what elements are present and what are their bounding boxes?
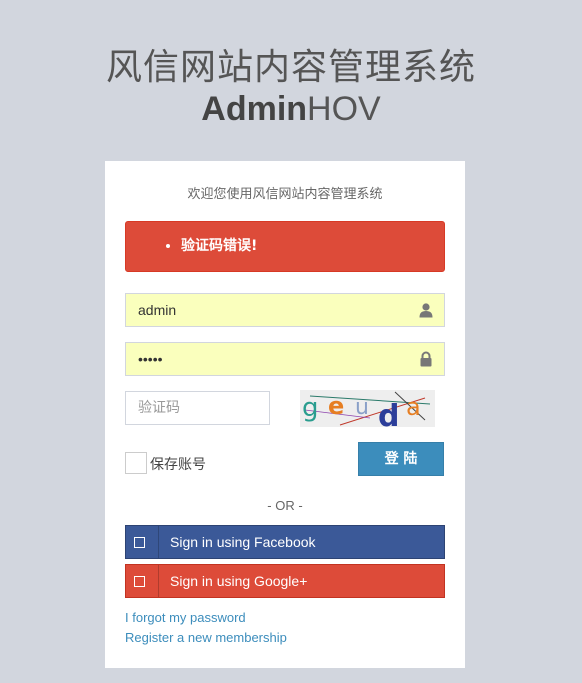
captcha-char-3: u <box>355 395 369 420</box>
password-input[interactable] <box>126 343 418 375</box>
site-title: 风信网站内容管理系统 <box>105 47 476 88</box>
captcha-char-5: a <box>406 393 421 421</box>
register-link[interactable]: Register a new membership <box>125 630 287 645</box>
remember-label: 保存账号 <box>150 457 206 473</box>
or-divider: - OR - <box>267 498 303 513</box>
lock-icon <box>420 351 432 367</box>
google-plus-icon <box>126 565 159 597</box>
captcha-char-1: g <box>302 393 319 423</box>
captcha-input[interactable] <box>126 392 268 424</box>
error-alert: 验证码错误! <box>125 221 445 272</box>
login-page: 风信网站内容管理系统 AdminHOV 欢迎您使用风信网站内容管理系统 验证码错… <box>0 0 582 683</box>
error-message: 验证码错误! <box>181 222 444 271</box>
facebook-signin-label: Sign in using Facebook <box>170 534 316 550</box>
captcha-char-4: d <box>378 399 399 427</box>
username-input[interactable] <box>126 294 418 326</box>
forgot-password-link[interactable]: I forgot my password <box>125 610 246 625</box>
login-box-message: 欢迎您使用风信网站内容管理系统 <box>187 187 383 202</box>
brand-bold: Admin <box>201 90 308 128</box>
password-field[interactable] <box>125 342 445 376</box>
facebook-signin-button[interactable]: Sign in using Facebook <box>125 525 445 559</box>
captcha-image[interactable]: g e u d a <box>300 390 435 427</box>
captcha-char-2: e <box>328 392 344 420</box>
login-box: 欢迎您使用风信网站内容管理系统 验证码错误! <box>105 161 465 668</box>
brand-logo[interactable]: AdminHOV <box>0 90 582 129</box>
remember-checkbox[interactable] <box>125 452 147 474</box>
google-signin-button[interactable]: Sign in using Google+ <box>125 564 445 598</box>
login-button[interactable]: 登 陆 <box>358 442 444 476</box>
captcha-field[interactable] <box>125 391 270 425</box>
user-icon <box>419 303 433 318</box>
google-signin-label: Sign in using Google+ <box>170 573 308 589</box>
facebook-icon <box>126 526 159 558</box>
brand-light: HOV <box>307 90 381 128</box>
username-field[interactable] <box>125 293 445 327</box>
